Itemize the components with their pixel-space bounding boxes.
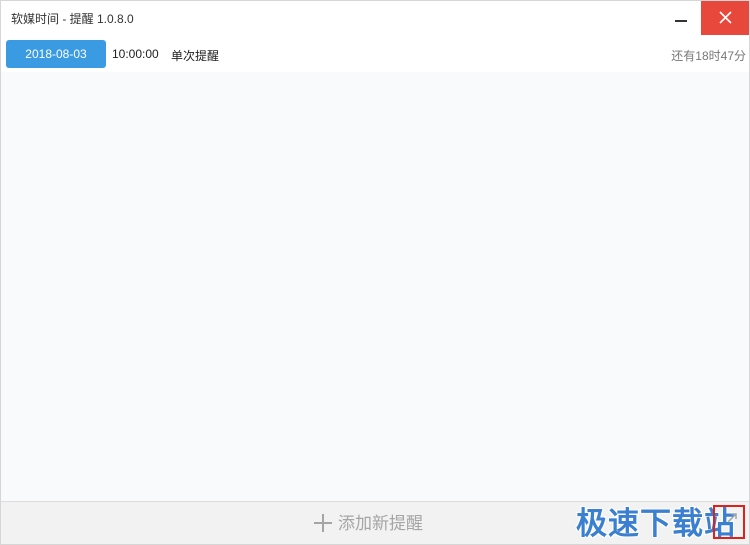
resize-grip[interactable] [713, 505, 745, 539]
reminder-window: 软媒时间 - 提醒 1.0.8.0 2018-08-03 10:00:00 单次… [0, 0, 750, 545]
reminder-type: 单次提醒 [171, 49, 220, 63]
reminder-time: 10:00:00 [112, 47, 159, 61]
minimize-button[interactable] [661, 1, 701, 35]
resize-icon [727, 513, 737, 523]
title-bar[interactable]: 软媒时间 - 提醒 1.0.8.0 [1, 1, 749, 35]
window-title: 软媒时间 - 提醒 1.0.8.0 [11, 12, 134, 26]
watermark-logo: 极速下载站 [576, 506, 736, 541]
reminder-list: 2018-08-03 10:00:00 单次提醒 还有18时47分 [1, 35, 749, 72]
add-reminder-button[interactable]: 添加新提醒 [314, 513, 423, 535]
minimize-icon [675, 20, 687, 22]
reminder-date-badge[interactable]: 2018-08-03 [6, 40, 106, 68]
reminder-row[interactable]: 2018-08-03 10:00:00 单次提醒 还有18时47分 [1, 35, 749, 72]
close-icon [719, 11, 732, 24]
plus-icon [314, 514, 332, 532]
add-reminder-label: 添加新提醒 [338, 514, 423, 533]
reminder-remaining: 还有18时47分 [671, 49, 746, 63]
close-button[interactable] [701, 1, 749, 35]
